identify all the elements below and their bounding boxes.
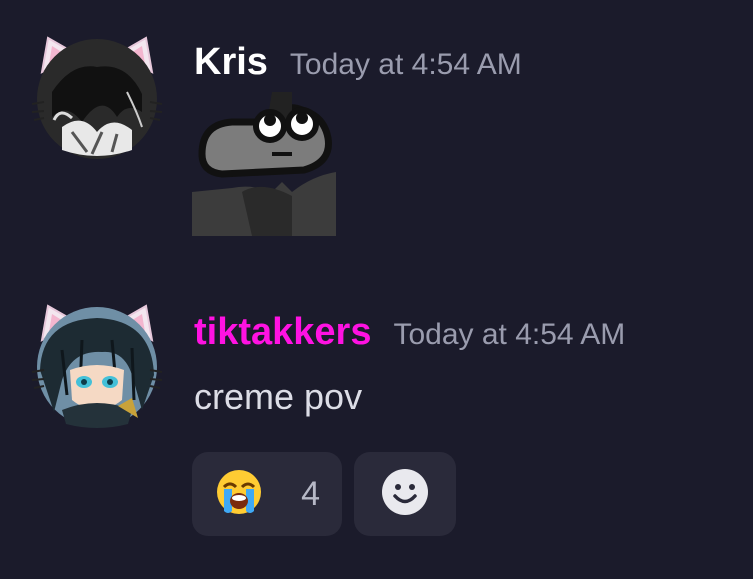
add-reaction-button[interactable] — [354, 452, 456, 536]
sticker-frog[interactable] — [192, 92, 336, 236]
reaction-count: 4 — [301, 474, 320, 513]
message-content: creme pov — [194, 376, 363, 417]
message-kris: Kris Today at 4:54 AM — [0, 0, 753, 260]
reaction-loudly-crying[interactable]: 4 — [192, 452, 342, 536]
reactions-bar: 4 — [192, 452, 456, 536]
timestamp: Today at 4:54 AM — [289, 48, 522, 81]
username[interactable]: Kris — [194, 40, 268, 84]
timestamp: Today at 4:54 AM — [393, 318, 626, 351]
message-header: tiktakkers Today at 4:54 AM — [194, 310, 625, 354]
message-tiktakkers: tiktakkers Today at 4:54 AM creme pov 4 — [0, 290, 753, 560]
loudly-crying-emoji-icon — [214, 467, 264, 522]
message-header: Kris Today at 4:54 AM — [194, 40, 522, 84]
cat-ear-avatar-icon — [32, 304, 162, 428]
smiley-add-reaction-icon — [380, 467, 430, 522]
username[interactable]: tiktakkers — [194, 310, 371, 354]
avatar-tiktakkers[interactable] — [32, 300, 162, 430]
avatar-kris[interactable] — [32, 32, 162, 162]
cat-ear-avatar-icon — [32, 36, 162, 159]
frog-sticker-icon — [192, 92, 336, 236]
